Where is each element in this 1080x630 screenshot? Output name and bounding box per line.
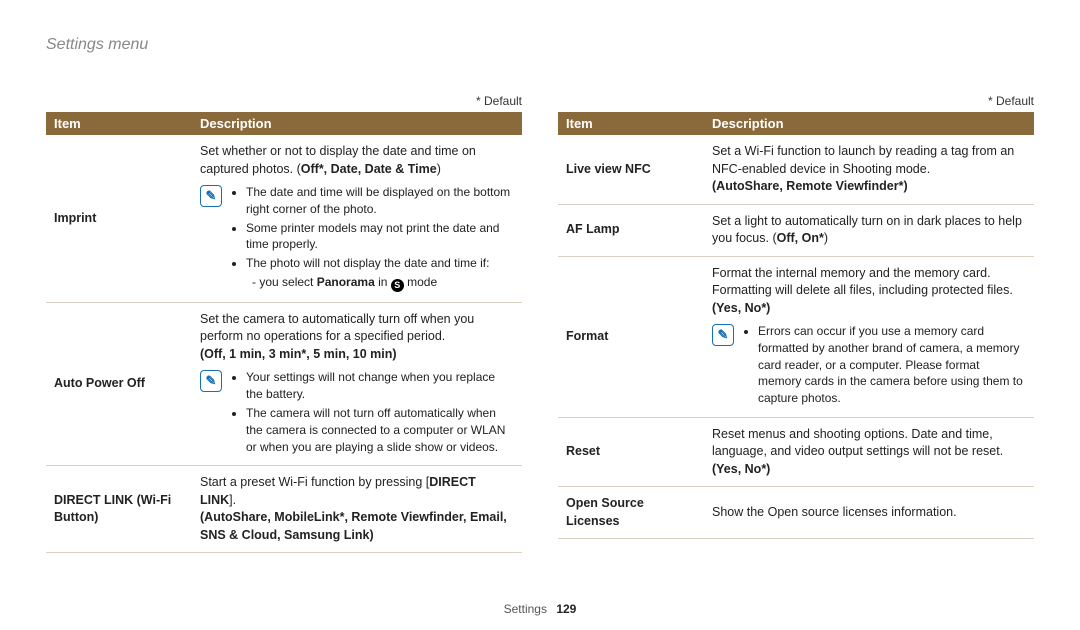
item-description: Show the Open source licenses informatio…: [704, 487, 1034, 539]
table-row: Open Source Licenses Show the Open sourc…: [558, 487, 1034, 539]
col-header-description: Description: [704, 112, 1034, 135]
sublist-item: you select Panorama in S mode: [252, 274, 514, 292]
item-description: Start a preset Wi-Fi function by pressin…: [192, 466, 522, 553]
item-name: Auto Power Off: [46, 302, 192, 465]
item-description: Format the internal memory and the memor…: [704, 256, 1034, 417]
item-name: Format: [558, 256, 704, 417]
item-description: Set whether or not to display the date a…: [192, 135, 522, 302]
item-description: Set the camera to automatically turn off…: [192, 302, 522, 465]
item-name: Imprint: [46, 135, 192, 302]
page-title: Settings menu: [46, 36, 1034, 54]
list-item: Some printer models may not print the da…: [246, 220, 514, 254]
list-item: The photo will not display the date and …: [246, 255, 514, 292]
footer-page-number: 129: [556, 602, 576, 616]
page-footer: Settings 129: [0, 602, 1080, 616]
table-row: Format Format the internal memory and th…: [558, 256, 1034, 417]
item-description: Reset menus and shooting options. Date a…: [704, 417, 1034, 487]
col-header-item: Item: [558, 112, 704, 135]
note-icon: ✎: [712, 324, 734, 346]
list-item: The date and time will be displayed on t…: [246, 184, 514, 218]
table-row: Live view NFC Set a Wi-Fi function to la…: [558, 135, 1034, 204]
list-item: Errors can occur if you use a memory car…: [758, 323, 1026, 407]
default-note-left: * Default: [46, 94, 522, 108]
item-name: Open Source Licenses: [558, 487, 704, 539]
item-name: AF Lamp: [558, 204, 704, 256]
note-icon: ✎: [200, 185, 222, 207]
item-name: DIRECT LINK (Wi-Fi Button): [46, 466, 192, 553]
mode-dot-icon: S: [391, 279, 404, 292]
right-column: * Default Item Description Live view NFC…: [558, 94, 1034, 553]
col-header-description: Description: [192, 112, 522, 135]
table-row: DIRECT LINK (Wi-Fi Button) Start a prese…: [46, 466, 522, 553]
default-note-right: * Default: [558, 94, 1034, 108]
list-item: Your settings will not change when you r…: [246, 369, 514, 403]
table-row: Auto Power Off Set the camera to automat…: [46, 302, 522, 465]
settings-table-left: Item Description Imprint Set whether or …: [46, 112, 522, 553]
item-name: Reset: [558, 417, 704, 487]
footer-label: Settings: [504, 602, 547, 616]
item-description: Set a Wi-Fi function to launch by readin…: [704, 135, 1034, 204]
col-header-item: Item: [46, 112, 192, 135]
item-description: Set a light to automatically turn on in …: [704, 204, 1034, 256]
table-row: Imprint Set whether or not to display th…: [46, 135, 522, 302]
settings-table-right: Item Description Live view NFC Set a Wi-…: [558, 112, 1034, 539]
left-column: * Default Item Description Imprint Set w…: [46, 94, 522, 553]
table-row: AF Lamp Set a light to automatically tur…: [558, 204, 1034, 256]
table-row: Reset Reset menus and shooting options. …: [558, 417, 1034, 487]
item-name: Live view NFC: [558, 135, 704, 204]
list-item: The camera will not turn off automatical…: [246, 405, 514, 455]
note-icon: ✎: [200, 370, 222, 392]
